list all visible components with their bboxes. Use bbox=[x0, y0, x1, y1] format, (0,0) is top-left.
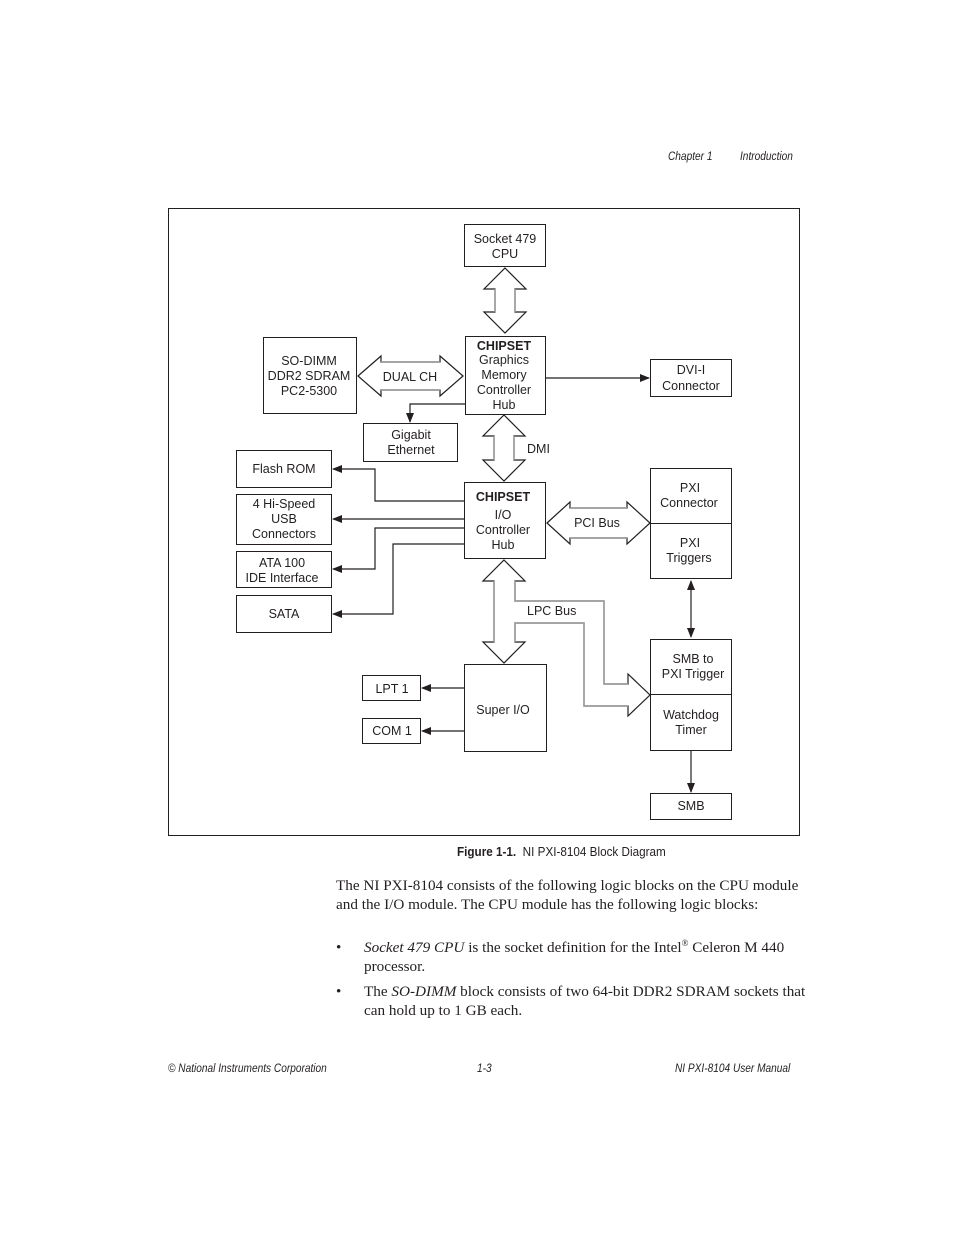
block-ich-title: CHIPSET bbox=[476, 490, 531, 504]
block-gigabit-line2: Ethernet bbox=[387, 443, 435, 457]
block-smb-to-pxi-line1: SMB to bbox=[673, 652, 714, 666]
block-pxi-connector-line1: PXI bbox=[680, 481, 700, 495]
block-usb-line2: USB bbox=[271, 512, 297, 526]
block-gmch-line4: Hub bbox=[493, 398, 516, 412]
intro-paragraph: The NI PXI-8104 consists of the followin… bbox=[336, 877, 799, 913]
block-com-line1: COM 1 bbox=[372, 724, 412, 738]
bus-arrow-cpu-gmch bbox=[482, 267, 528, 334]
block-gmch-line3: Controller bbox=[477, 383, 531, 397]
figure-title: NI PXI-8104 Block Diagram bbox=[522, 844, 666, 859]
block-smb-watchdog: SMB to PXI Trigger Watchdog Timer bbox=[650, 639, 732, 751]
block-pxi-connector-line2: Connector bbox=[660, 496, 718, 510]
block-cpu: Socket 479 CPU bbox=[464, 224, 546, 267]
bullet-marker: • bbox=[336, 939, 342, 956]
footer-page-number: 1-3 bbox=[477, 1063, 492, 1075]
block-dvi-line1: DVI-I bbox=[677, 363, 705, 377]
footer-left: © National Instruments Corporation bbox=[168, 1063, 327, 1075]
block-gmch-line2: Memory bbox=[481, 368, 527, 382]
block-pxi-triggers-line2: Triggers bbox=[666, 551, 711, 565]
bullet-emphasis: Socket 479 CPU bbox=[364, 939, 465, 956]
block-sata-line1: SATA bbox=[269, 607, 300, 621]
block-superio-line1: Super I/O bbox=[476, 703, 530, 717]
block-usb-line1: 4 Hi-Speed bbox=[253, 497, 316, 511]
block-sodimm-line1: SO-DIMM bbox=[281, 354, 337, 368]
block-usb-line3: Connectors bbox=[252, 527, 316, 541]
figure-caption: Figure 1-1. NI PXI-8104 Block Diagram bbox=[457, 844, 666, 859]
block-gigabit: Gigabit Ethernet bbox=[363, 423, 458, 462]
bullet-item-sodimm: The SO-DIMM block consists of two 64-bit… bbox=[364, 983, 814, 1021]
block-diagram: Socket 479 CPU CHIPSET Graphics Memory C… bbox=[168, 208, 800, 836]
block-gmch-title: CHIPSET bbox=[477, 339, 532, 353]
block-smb-to-pxi-line2: PXI Trigger bbox=[662, 667, 725, 681]
block-lpt: LPT 1 bbox=[362, 675, 421, 701]
block-dvi: DVI-I Connector bbox=[650, 359, 732, 397]
block-ich-line1: I/O bbox=[495, 508, 512, 522]
block-gigabit-line1: Gigabit bbox=[391, 428, 431, 442]
figure-number: Figure 1-1. bbox=[457, 844, 517, 859]
bus-label-lpc: LPC Bus bbox=[527, 604, 576, 618]
block-sodimm-line2: DDR2 SDRAM bbox=[268, 369, 351, 383]
bullet-text-after: is the socket definition for the Intel bbox=[464, 939, 682, 956]
block-sodimm: SO-DIMM DDR2 SDRAM PC2-5300 bbox=[263, 337, 357, 414]
block-gmch: CHIPSET Graphics Memory Controller Hub bbox=[465, 336, 546, 415]
line-ich-sata bbox=[332, 543, 464, 618]
block-ich: CHIPSET I/O Controller Hub bbox=[464, 482, 546, 559]
footer-right: NI PXI-8104 User Manual bbox=[675, 1063, 791, 1075]
block-ata-line1: ATA 100 bbox=[259, 556, 305, 570]
block-superio: Super I/O bbox=[464, 664, 547, 752]
block-flash: Flash ROM bbox=[236, 450, 332, 488]
block-sodimm-line3: PC2-5300 bbox=[281, 384, 337, 398]
bullet-marker: • bbox=[336, 983, 342, 1000]
block-watchdog-line1: Watchdog bbox=[663, 708, 719, 722]
block-ata-line2: IDE Interface bbox=[246, 571, 319, 585]
bus-label-dual-ch: DUAL CH bbox=[383, 370, 437, 384]
block-cpu-line1: Socket 479 bbox=[474, 232, 537, 246]
block-gmch-line1: Graphics bbox=[479, 353, 529, 367]
line-gmch-gigabit bbox=[406, 403, 465, 423]
block-sata: SATA bbox=[236, 595, 332, 633]
bus-label-pci: PCI Bus bbox=[574, 516, 620, 530]
line-ich-ata bbox=[332, 527, 464, 573]
block-watchdog-line2: Timer bbox=[675, 723, 706, 737]
line-ich-flash bbox=[332, 465, 464, 502]
block-ich-line2: Controller bbox=[476, 523, 530, 537]
block-ata: ATA 100 IDE Interface bbox=[236, 551, 332, 588]
block-ich-line3: Hub bbox=[492, 538, 515, 552]
block-pxi-triggers-line1: PXI bbox=[680, 536, 700, 550]
block-smb: SMB bbox=[650, 793, 732, 820]
block-com: COM 1 bbox=[362, 718, 421, 744]
block-smb-line1: SMB bbox=[677, 799, 704, 813]
bullet-text-before: The bbox=[364, 983, 392, 1000]
block-usb: 4 Hi-Speed USB Connectors bbox=[236, 494, 332, 545]
block-pxi: PXI Connector PXI Triggers bbox=[650, 468, 732, 579]
bullet-emphasis: SO-DIMM bbox=[391, 983, 457, 1000]
bullet-item-cpu: Socket 479 CPU is the socket definition … bbox=[364, 939, 814, 977]
block-lpt-line1: LPT 1 bbox=[375, 682, 408, 696]
bus-label-dmi: DMI bbox=[527, 442, 550, 456]
block-flash-line1: Flash ROM bbox=[252, 462, 315, 476]
bus-arrow-dmi bbox=[481, 414, 527, 482]
block-cpu-line2: CPU bbox=[492, 247, 518, 261]
block-dvi-line2: Connector bbox=[662, 379, 720, 393]
